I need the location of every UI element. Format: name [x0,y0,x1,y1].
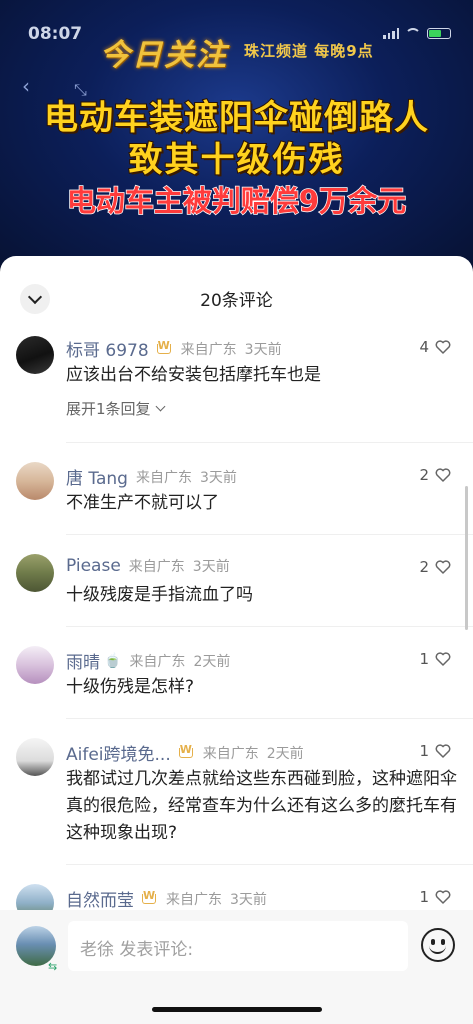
avatar[interactable] [16,646,54,684]
comment-meta: Aifei跨境免... 来自广东 2天前 [66,740,304,766]
avatar[interactable] [16,336,54,374]
heart-icon [435,652,451,666]
status-time: 08:07 [28,24,83,44]
divider [66,442,473,443]
home-indicator[interactable] [152,1007,322,1012]
comment-text: 十级残废是手指流血了吗 [66,585,253,605]
comment-text: 我都试过几次差点就给这些东西碰到脸，这种遮阳伞真的很危险，经常查车为什么还有这么… [66,769,457,843]
comment-time: 3天前 [230,891,267,908]
like-button[interactable]: 1 [419,888,451,906]
chevron-down-icon [155,401,165,412]
comment-meta: Piease 来自广东 3天前 [66,556,230,576]
comment-location: 来自广东 [135,469,192,486]
channel-caption: 珠江频道 每晚9点 [244,42,374,60]
battery-icon [427,28,451,39]
like-count: 2 [419,466,429,484]
username[interactable]: 唐 Tang [66,464,128,489]
expand-replies-label: 展开1条回复 [66,400,151,418]
comment-time: 2天前 [266,745,304,762]
comment-location: 来自广东 [128,559,185,575]
comment-location: 来自广东 [166,891,222,908]
comment-time: 2天前 [193,653,231,670]
tea-cup-icon: 🍵 [104,652,122,669]
program-logo: 今日关注 [100,38,228,73]
heart-icon [435,468,451,482]
avatar[interactable] [16,462,54,500]
comment-input-placeholder: 老徐 发表评论: [80,940,194,960]
username[interactable]: Aifei跨境免... [66,740,171,765]
headline-line2: 致其十级伤残 [128,139,345,181]
like-button[interactable]: 1 [419,742,451,760]
divider [66,626,473,627]
signal-icon [383,28,399,39]
comment-text: 不准生产不就可以了 [66,493,219,513]
like-button[interactable]: 2 [419,558,451,576]
crown-icon [142,889,158,906]
video-player[interactable]: 08:07 今日关注 珠江频道 每晚9点 ‹ ⤡ 电动车装遮阳伞碰倒路人 致其十… [0,0,473,270]
divider [66,534,473,535]
comment-input[interactable]: 老徐 发表评论: [68,921,408,971]
headline-subline: 电动车主被判赔偿9万余元 [66,183,407,219]
comment-time: 3天前 [199,469,237,486]
like-count: 1 [419,888,429,906]
wifi-icon [405,28,421,39]
comment-time: 3天前 [244,341,282,358]
comments-title: 20条评论 [200,291,273,311]
divider [66,718,473,719]
crown-icon [178,743,195,760]
comment-meta: 标哥 6978 来自广东 3天前 [66,336,282,362]
scrollbar[interactable] [465,486,468,630]
username[interactable]: 自然而莹 [66,886,134,911]
heart-icon [435,744,451,758]
heart-icon [435,340,451,354]
avatar[interactable] [16,554,54,592]
username[interactable]: 标哥 6978 [66,336,149,361]
comment-location: 来自广东 [129,653,186,670]
like-button[interactable]: 1 [419,650,451,668]
comment-meta: 唐 Tang 来自广东 3天前 [66,464,237,489]
emoji-icon[interactable] [421,928,455,962]
avatar[interactable] [16,738,54,776]
username[interactable]: 雨晴 [66,648,100,673]
comment-meta: 自然而莹 来自广东 3天前 [66,886,267,912]
like-button[interactable]: 2 [419,466,451,484]
status-icons [383,28,451,39]
username[interactable]: Piease [66,556,121,576]
like-count: 2 [419,558,429,576]
like-count: 1 [419,650,429,668]
heart-icon [435,890,451,904]
like-button[interactable]: 4 [419,338,451,356]
sheet-header: 20条评论 [0,256,473,334]
crown-icon [156,339,173,356]
comments-sheet: 20条评论 标哥 6978 来自广东 3天前 4 应该出台不给安装包括摩托车也是… [0,256,473,1024]
expand-replies-button[interactable]: 展开1条回复 [66,398,165,419]
divider [66,864,473,865]
comment-location: 来自广东 [202,745,259,762]
comment-meta: 雨晴 🍵 来自广东 2天前 [66,648,231,674]
comment-time: 3天前 [192,559,230,575]
like-count: 1 [419,742,429,760]
comment-location: 来自广东 [180,341,237,358]
heart-icon [435,560,451,574]
comment-text: 应该出台不给安装包括摩托车也是 [66,365,321,385]
comment-text: 十级伤残是怎样? [66,677,195,697]
swap-icon: ⇆ [48,960,58,973]
emoji-mouth [429,944,446,954]
like-count: 4 [419,338,429,356]
